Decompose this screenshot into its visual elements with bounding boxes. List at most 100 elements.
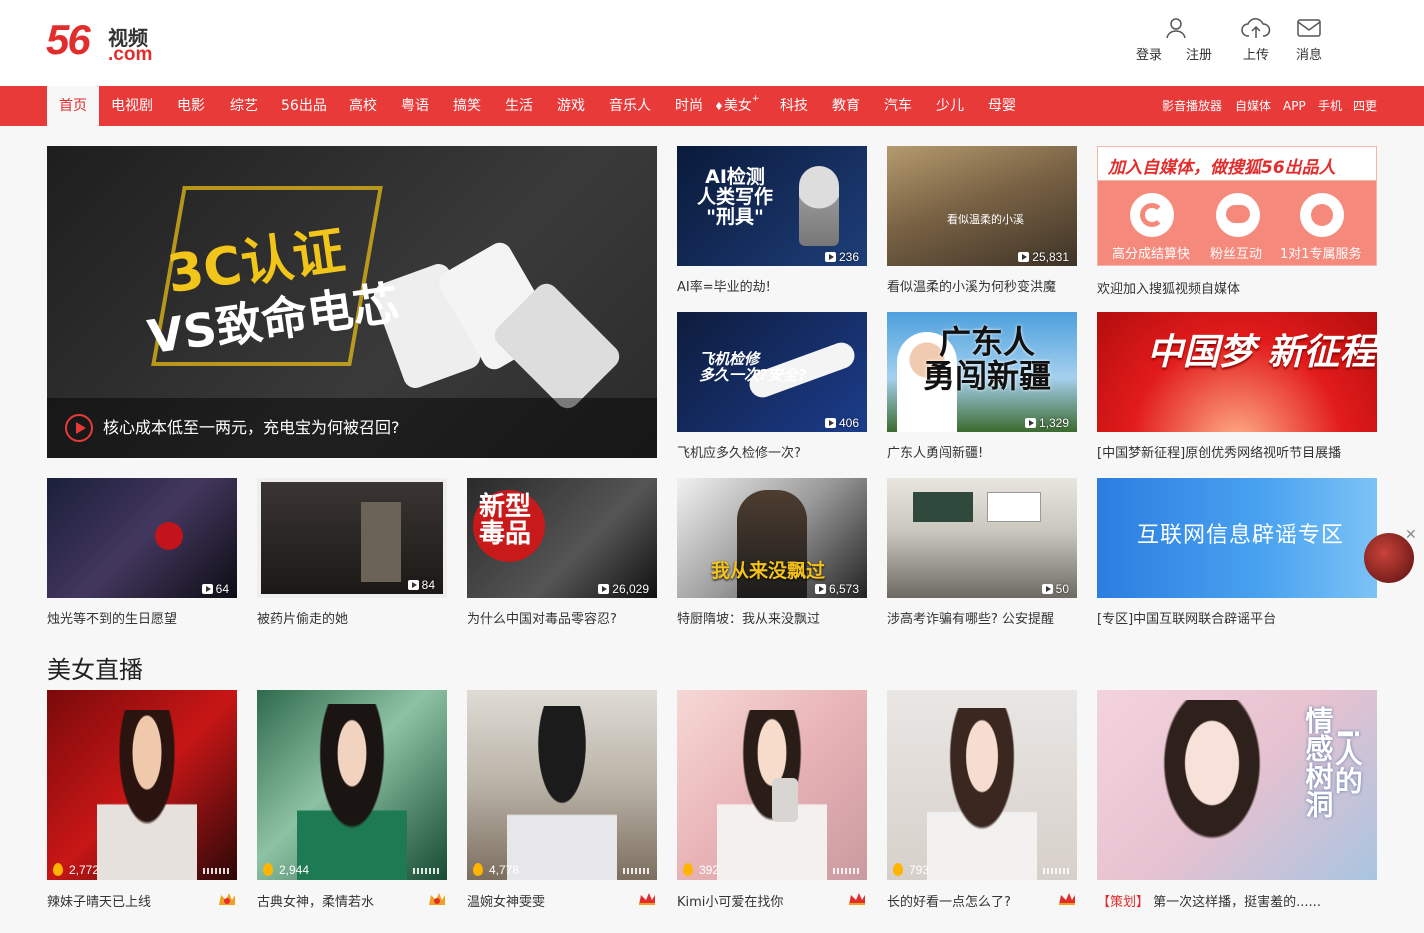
messages-label: 消息 [1295, 48, 1322, 63]
site-logo[interactable]: 56 视频 .com [46, 16, 166, 66]
play-icon [65, 414, 93, 442]
signal-icon [833, 868, 861, 874]
live-thumb[interactable]: 2,772 [47, 690, 237, 880]
view-count: 406 [824, 416, 859, 430]
video-caption[interactable]: 被药片偷走的她 [257, 608, 447, 627]
nav-right-mobile[interactable]: 手机 [1318, 86, 1342, 126]
rose-graphic [155, 522, 183, 550]
nav-right-more[interactable]: 四更 [1353, 86, 1377, 126]
nav-item-college[interactable]: 高校 [349, 86, 377, 126]
beauty-icon: ♦ [714, 100, 724, 113]
promo-feature-2: 粉丝互动 [1210, 247, 1263, 262]
video-caption[interactable]: 涉高考诈骗有哪些? 公安提醒 [887, 608, 1077, 627]
level-badge-icon [219, 893, 235, 905]
nav-right-app[interactable]: APP [1283, 86, 1306, 126]
nav-item-kids[interactable]: 少儿 [936, 86, 964, 126]
play-icon [598, 584, 610, 594]
nav-item-56originals[interactable]: 56出品 [281, 86, 327, 126]
promo-feature-3: 1对1专属服务 [1280, 247, 1362, 262]
nav-item-funny[interactable]: 搞笑 [453, 86, 481, 126]
nav-right-wemedia[interactable]: 自媒体 [1235, 86, 1271, 126]
chat-icon [1216, 193, 1260, 237]
nav-right-player[interactable]: 影音播放器 [1162, 86, 1222, 126]
upload-button[interactable]: 上传 [1236, 16, 1276, 63]
live-caption[interactable]: Kimi小可爱在找你 [677, 891, 837, 910]
streamer-graphic [927, 708, 1037, 880]
live-caption[interactable]: 长的好看一点怎么了? [887, 891, 1047, 910]
register-link[interactable]: 注册 [1186, 44, 1212, 63]
signal-icon [623, 868, 651, 874]
mail-icon [1297, 19, 1321, 37]
view-count: 50 [1041, 582, 1069, 596]
china-dream-banner[interactable]: 中国梦 新征程 [1097, 312, 1377, 432]
video-thumb[interactable]: 广东人 勇闯新疆 1,329 [887, 312, 1077, 432]
streamer-graphic [507, 706, 617, 880]
video-thumb[interactable]: 84 [257, 478, 447, 598]
nav-item-cantonese[interactable]: 粤语 [401, 86, 429, 126]
thumb-overlay: 广东人 勇闯新疆 [923, 323, 1052, 395]
video-caption[interactable]: 广东人勇闯新疆! [887, 442, 1077, 461]
video-thumb[interactable]: 50 [887, 478, 1077, 598]
account-area: 登录 注册 [1136, 16, 1216, 63]
nav-item-games[interactable]: 游戏 [557, 86, 585, 126]
featured-title: 核心成本低至一两元，充电宝为何被召回? [103, 418, 400, 437]
nav-item-auto[interactable]: 汽车 [884, 86, 912, 126]
video-caption[interactable]: AI率=毕业的劫! [677, 276, 867, 295]
scene-graphic [361, 502, 401, 582]
video-caption[interactable]: 烛光等不到的生日愿望 [47, 608, 237, 627]
thumb-overlay: 我从来没飘过 [711, 560, 826, 582]
view-count: 6,573 [814, 582, 859, 596]
video-caption[interactable]: 特厨隋坡：我从来没飘过 [677, 608, 867, 627]
nav-item-fashion[interactable]: 时尚 [675, 86, 703, 126]
crown-icon [639, 893, 655, 905]
video-thumb[interactable]: 新型 毒品 26,029 [467, 478, 657, 598]
banner-overlay: 互联网信息辟谣专区 [1137, 523, 1345, 548]
live-caption[interactable]: 辣妹子晴天已上线 [47, 891, 207, 910]
thumb-overlay: 新型 毒品 [479, 492, 532, 550]
messages-button[interactable]: 消息 [1289, 16, 1329, 63]
thumb-overlay: AI检测 人类写作 "刑具" [697, 166, 774, 228]
video-thumb[interactable]: 64 [47, 478, 237, 598]
video-thumb[interactable]: 看似温柔的小溪 25,831 [887, 146, 1077, 266]
video-thumb[interactable]: 飞机检修 多久一次?安全? 406 [677, 312, 867, 432]
video-caption[interactable]: 飞机应多久检修一次? [677, 442, 867, 461]
rumor-banner[interactable]: 互联网信息辟谣专区 [1097, 478, 1377, 598]
view-count: 84 [407, 578, 435, 592]
live-thumb[interactable]: 793 [887, 690, 1077, 880]
nav-item-tv[interactable]: 电视剧 [111, 86, 153, 126]
video-caption[interactable]: 看似温柔的小溪为何秒变洪魔 [887, 276, 1077, 295]
live-caption[interactable]: 古典女神，柔情若水 [257, 891, 417, 910]
nav-item-beauty-label: 美女 [723, 98, 752, 114]
streamer-graphic [1137, 700, 1287, 880]
live-thumb-featured[interactable]: i人的 情感树洞 [1097, 690, 1377, 880]
nav-item-tech[interactable]: 科技 [780, 86, 808, 126]
live-viewers: 4,778 [473, 863, 519, 877]
live-thumb[interactable]: 392 [677, 690, 867, 880]
nav-item-variety[interactable]: 综艺 [230, 86, 258, 126]
close-icon[interactable]: ✕ [1405, 527, 1417, 543]
banner-caption[interactable]: [中国梦新征程]原创优秀网络视听节目展播 [1097, 442, 1377, 461]
banner-caption[interactable]: [专区]中国互联网联合辟谣平台 [1097, 608, 1377, 627]
cloud-upload-icon [1241, 18, 1271, 38]
nav-item-movie[interactable]: 电影 [177, 86, 205, 126]
screen-graphic [987, 492, 1041, 522]
live-thumb[interactable]: 4,778 [467, 690, 657, 880]
signal-icon [413, 868, 441, 874]
nav-item-beauty[interactable]: ♦美女+ [714, 86, 759, 126]
wemedia-promo[interactable]: 加入自媒体，做搜狐56出品人 高分成结算快 粉丝互动 1对1专属服务 [1097, 146, 1377, 266]
live-caption[interactable]: 温婉女神雯雯 [467, 891, 627, 910]
nav-item-life[interactable]: 生活 [505, 86, 533, 126]
nav-item-parenting[interactable]: 母婴 [988, 86, 1016, 126]
nav-item-home[interactable]: 首页 [47, 86, 99, 126]
video-thumb[interactable]: 我从来没飘过 6,573 [677, 478, 867, 598]
login-link[interactable]: 登录 [1136, 44, 1162, 63]
featured-video[interactable]: 3C认证 VS致命电芯 核心成本低至一两元，充电宝为何被召回? [47, 146, 657, 458]
play-icon [824, 252, 836, 262]
live-caption-featured[interactable]: 【策划】 第一次这样播，挺害羞的...... [1097, 891, 1377, 910]
promo-caption[interactable]: 欢迎加入搜狐视频自媒体 [1097, 278, 1377, 297]
video-caption[interactable]: 为什么中国对毒品零容忍? [467, 608, 657, 627]
live-thumb[interactable]: 2,944 [257, 690, 447, 880]
nav-item-education[interactable]: 教育 [832, 86, 860, 126]
nav-item-musicians[interactable]: 音乐人 [609, 86, 651, 126]
video-thumb[interactable]: AI检测 人类写作 "刑具" 236 [677, 146, 867, 266]
